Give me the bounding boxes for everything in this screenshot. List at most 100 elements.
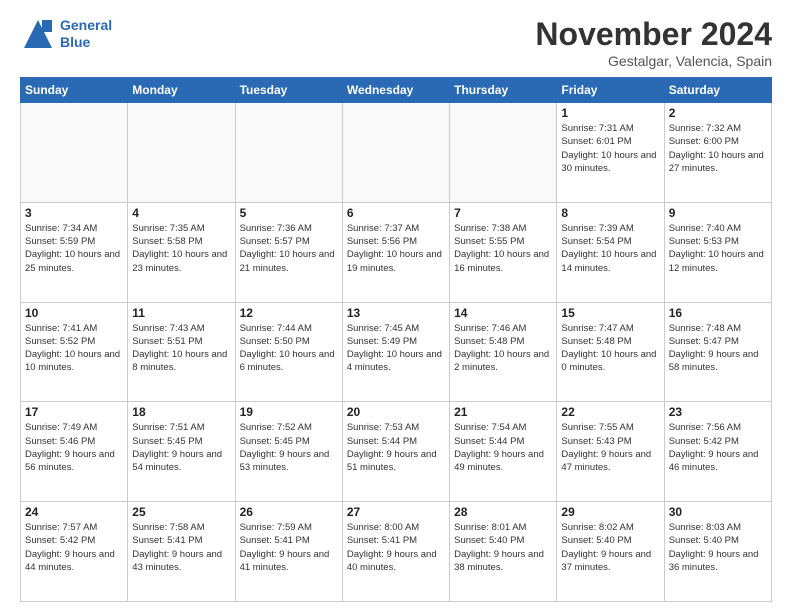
day-number: 3: [25, 206, 123, 220]
day-info: Sunrise: 7:57 AMSunset: 5:42 PMDaylight:…: [25, 521, 123, 574]
day-number: 13: [347, 306, 445, 320]
logo: General Blue: [20, 16, 112, 52]
calendar-header-row: Sunday Monday Tuesday Wednesday Thursday…: [21, 78, 772, 103]
day-info: Sunrise: 7:34 AMSunset: 5:59 PMDaylight:…: [25, 222, 123, 275]
day-info: Sunrise: 7:55 AMSunset: 5:43 PMDaylight:…: [561, 421, 659, 474]
day-number: 20: [347, 405, 445, 419]
calendar-cell: 20 Sunrise: 7:53 AMSunset: 5:44 PMDayligh…: [342, 402, 449, 502]
calendar-cell: 24Sunrise: 7:57 AMSunset: 5:42 PMDayligh…: [21, 502, 128, 602]
day-number: 12: [240, 306, 338, 320]
header: General Blue November 2024 Gestalgar, Va…: [20, 16, 772, 69]
calendar-cell: 5 Sunrise: 7:36 AMSunset: 5:57 PMDaylight…: [235, 202, 342, 302]
day-info: Sunrise: 8:03 AMSunset: 5:40 PMDaylight:…: [669, 521, 767, 574]
calendar-cell: 11 Sunrise: 7:43 AMSunset: 5:51 PMDayligh…: [128, 302, 235, 402]
day-number: 9: [669, 206, 767, 220]
col-thursday: Thursday: [450, 78, 557, 103]
day-number: 23: [669, 405, 767, 419]
day-info: Sunrise: 7:47 AMSunset: 5:48 PMDaylight:…: [561, 322, 659, 375]
col-wednesday: Wednesday: [342, 78, 449, 103]
location: Gestalgar, Valencia, Spain: [535, 53, 772, 69]
day-info: Sunrise: 7:52 AMSunset: 5:45 PMDaylight:…: [240, 421, 338, 474]
calendar-cell: 14 Sunrise: 7:46 AMSunset: 5:48 PMDayligh…: [450, 302, 557, 402]
day-info: Sunrise: 7:39 AMSunset: 5:54 PMDaylight:…: [561, 222, 659, 275]
day-info: Sunrise: 7:59 AMSunset: 5:41 PMDaylight:…: [240, 521, 338, 574]
day-info: Sunrise: 8:02 AMSunset: 5:40 PMDaylight:…: [561, 521, 659, 574]
calendar-cell: 28 Sunrise: 8:01 AMSunset: 5:40 PMDayligh…: [450, 502, 557, 602]
col-saturday: Saturday: [664, 78, 771, 103]
day-info: Sunrise: 7:40 AMSunset: 5:53 PMDaylight:…: [669, 222, 767, 275]
day-number: 16: [669, 306, 767, 320]
day-info: Sunrise: 7:54 AMSunset: 5:44 PMDaylight:…: [454, 421, 552, 474]
calendar-cell: 8 Sunrise: 7:39 AMSunset: 5:54 PMDaylight…: [557, 202, 664, 302]
calendar-cell: 23 Sunrise: 7:56 AMSunset: 5:42 PMDayligh…: [664, 402, 771, 502]
title-block: November 2024 Gestalgar, Valencia, Spain: [535, 16, 772, 69]
day-number: 28: [454, 505, 552, 519]
day-number: 7: [454, 206, 552, 220]
calendar-cell: 4 Sunrise: 7:35 AMSunset: 5:58 PMDaylight…: [128, 202, 235, 302]
day-number: 8: [561, 206, 659, 220]
day-info: Sunrise: 7:44 AMSunset: 5:50 PMDaylight:…: [240, 322, 338, 375]
day-info: Sunrise: 7:35 AMSunset: 5:58 PMDaylight:…: [132, 222, 230, 275]
calendar-week-row: 10 Sunrise: 7:41 AMSunset: 5:52 PMDayligh…: [21, 302, 772, 402]
calendar-cell: 10 Sunrise: 7:41 AMSunset: 5:52 PMDayligh…: [21, 302, 128, 402]
day-number: 10: [25, 306, 123, 320]
calendar-cell: 7 Sunrise: 7:38 AMSunset: 5:55 PMDaylight…: [450, 202, 557, 302]
day-number: 2: [669, 106, 767, 120]
day-number: 4: [132, 206, 230, 220]
page: General Blue November 2024 Gestalgar, Va…: [0, 0, 792, 612]
day-number: 25: [132, 505, 230, 519]
day-number: 5: [240, 206, 338, 220]
day-info: Sunrise: 7:36 AMSunset: 5:57 PMDaylight:…: [240, 222, 338, 275]
calendar-cell: [235, 103, 342, 203]
calendar-cell: 26 Sunrise: 7:59 AMSunset: 5:41 PMDayligh…: [235, 502, 342, 602]
day-info: Sunrise: 7:32 AMSunset: 6:00 PMDaylight:…: [669, 122, 767, 175]
day-info: Sunrise: 7:46 AMSunset: 5:48 PMDaylight:…: [454, 322, 552, 375]
calendar-cell: 16Sunrise: 7:48 AMSunset: 5:47 PMDayligh…: [664, 302, 771, 402]
col-sunday: Sunday: [21, 78, 128, 103]
calendar-cell: [128, 103, 235, 203]
logo-text: General Blue: [60, 17, 112, 51]
day-info: Sunrise: 7:37 AMSunset: 5:56 PMDaylight:…: [347, 222, 445, 275]
calendar-cell: 15 Sunrise: 7:47 AMSunset: 5:48 PMDayligh…: [557, 302, 664, 402]
day-info: Sunrise: 7:38 AMSunset: 5:55 PMDaylight:…: [454, 222, 552, 275]
day-info: Sunrise: 7:43 AMSunset: 5:51 PMDaylight:…: [132, 322, 230, 375]
calendar-week-row: 24Sunrise: 7:57 AMSunset: 5:42 PMDayligh…: [21, 502, 772, 602]
day-number: 27: [347, 505, 445, 519]
col-monday: Monday: [128, 78, 235, 103]
day-number: 30: [669, 505, 767, 519]
day-number: 18: [132, 405, 230, 419]
day-number: 1: [561, 106, 659, 120]
calendar-cell: 3 Sunrise: 7:34 AMSunset: 5:59 PMDaylight…: [21, 202, 128, 302]
month-title: November 2024: [535, 16, 772, 53]
calendar-cell: 30 Sunrise: 8:03 AMSunset: 5:40 PMDayligh…: [664, 502, 771, 602]
day-info: Sunrise: 8:00 AMSunset: 5:41 PMDaylight:…: [347, 521, 445, 574]
calendar-week-row: 3 Sunrise: 7:34 AMSunset: 5:59 PMDaylight…: [21, 202, 772, 302]
calendar-cell: 12 Sunrise: 7:44 AMSunset: 5:50 PMDayligh…: [235, 302, 342, 402]
day-number: 14: [454, 306, 552, 320]
calendar-cell: 19Sunrise: 7:52 AMSunset: 5:45 PMDayligh…: [235, 402, 342, 502]
day-info: Sunrise: 7:53 AMSunset: 5:44 PMDaylight:…: [347, 421, 445, 474]
calendar-cell: 22Sunrise: 7:55 AMSunset: 5:43 PMDayligh…: [557, 402, 664, 502]
day-number: 29: [561, 505, 659, 519]
day-info: Sunrise: 7:45 AMSunset: 5:49 PMDaylight:…: [347, 322, 445, 375]
day-info: Sunrise: 8:01 AMSunset: 5:40 PMDaylight:…: [454, 521, 552, 574]
calendar-cell: 27 Sunrise: 8:00 AMSunset: 5:41 PMDayligh…: [342, 502, 449, 602]
day-number: 26: [240, 505, 338, 519]
day-info: Sunrise: 7:41 AMSunset: 5:52 PMDaylight:…: [25, 322, 123, 375]
calendar-week-row: 17 Sunrise: 7:49 AMSunset: 5:46 PMDayligh…: [21, 402, 772, 502]
calendar-cell: 21 Sunrise: 7:54 AMSunset: 5:44 PMDayligh…: [450, 402, 557, 502]
day-number: 17: [25, 405, 123, 419]
day-number: 15: [561, 306, 659, 320]
day-info: Sunrise: 7:49 AMSunset: 5:46 PMDaylight:…: [25, 421, 123, 474]
day-number: 21: [454, 405, 552, 419]
calendar-cell: [450, 103, 557, 203]
day-info: Sunrise: 7:56 AMSunset: 5:42 PMDaylight:…: [669, 421, 767, 474]
calendar-cell: 9 Sunrise: 7:40 AMSunset: 5:53 PMDaylight…: [664, 202, 771, 302]
day-info: Sunrise: 7:31 AMSunset: 6:01 PMDaylight:…: [561, 122, 659, 175]
day-info: Sunrise: 7:58 AMSunset: 5:41 PMDaylight:…: [132, 521, 230, 574]
day-number: 11: [132, 306, 230, 320]
calendar-cell: 29 Sunrise: 8:02 AMSunset: 5:40 PMDayligh…: [557, 502, 664, 602]
calendar-cell: 13 Sunrise: 7:45 AMSunset: 5:49 PMDayligh…: [342, 302, 449, 402]
day-info: Sunrise: 7:51 AMSunset: 5:45 PMDaylight:…: [132, 421, 230, 474]
calendar: Sunday Monday Tuesday Wednesday Thursday…: [20, 77, 772, 602]
